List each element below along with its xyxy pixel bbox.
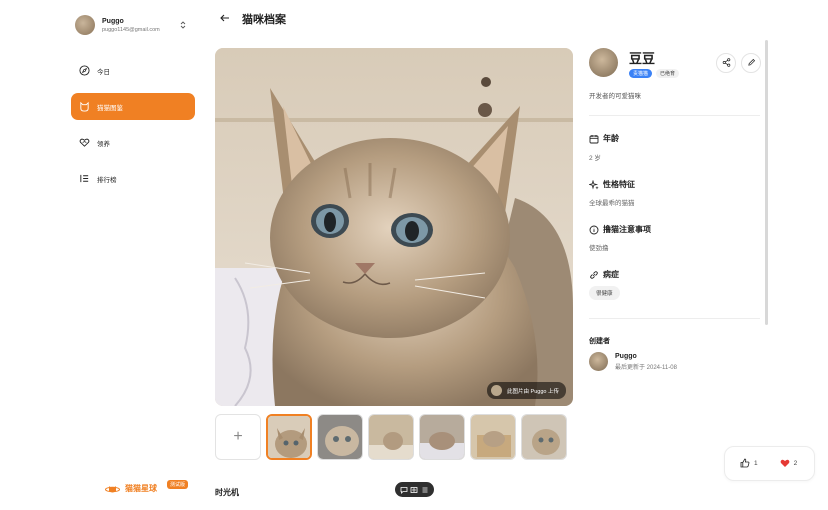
sidebar-item-today[interactable]: 今日: [71, 57, 195, 84]
creator-label: 创建者: [589, 338, 610, 345]
caption-text: 此图片由 Puggo 上传: [507, 388, 559, 395]
info-circle-icon: [589, 225, 599, 235]
user-name: Puggo: [102, 17, 124, 25]
comment-icon[interactable]: [400, 486, 408, 494]
section-age: 年龄: [589, 133, 619, 144]
age-value: 2 岁: [589, 155, 601, 162]
sidebar-item-adopt[interactable]: 领养: [71, 129, 195, 156]
sidebar-nav: 今日 猫猫图鉴 领养 排行榜: [71, 57, 195, 201]
section-title: 病症: [603, 270, 619, 279]
reactions-bar: 1 2: [724, 446, 815, 481]
avatar: [75, 15, 95, 35]
photo-thumbnail[interactable]: [266, 414, 312, 460]
sidebar-item-label: 今日: [97, 68, 110, 76]
pencil-icon: [747, 54, 756, 72]
back-arrow-icon[interactable]: [219, 11, 231, 23]
section-title: 年龄: [603, 134, 619, 143]
like-button[interactable]: 1: [740, 458, 758, 470]
last-updated: 最后更新于 2024-11-08: [615, 364, 677, 371]
page-title: 猫咪档案: [242, 14, 286, 26]
panel-scrollbar[interactable]: [765, 40, 768, 325]
ranking-list-icon: [79, 173, 90, 184]
tag-owner-cat: 责猫猫: [629, 69, 653, 78]
section-notes: 撸猫注意事项: [589, 224, 651, 235]
beta-badge: 测试版: [167, 480, 189, 489]
user-email: puggo1145@gmail.com: [102, 26, 160, 33]
user-info: Puggo puggo1145@gmail.com: [102, 18, 160, 33]
cat-tags: 责猫猫 已绝育: [629, 69, 683, 78]
photo-thumbnail[interactable]: [419, 414, 465, 460]
share-icon: [722, 54, 731, 72]
cat-avatar: [589, 48, 618, 77]
disease-chip: 很健康: [589, 286, 620, 300]
section-disease: 病症: [589, 269, 619, 280]
divider: [589, 115, 760, 116]
section-personality: 性格特征: [589, 179, 635, 190]
like-count: 1: [754, 460, 758, 467]
menu-icon[interactable]: [421, 486, 429, 494]
divider: [589, 318, 760, 319]
add-photo-button[interactable]: +: [215, 414, 261, 460]
section-title: 撸猫注意事项: [603, 225, 651, 234]
photo-thumbnail[interactable]: [317, 414, 363, 460]
thumbs-up-icon: [740, 458, 754, 470]
sidebar-item-ranking[interactable]: 排行榜: [71, 165, 195, 192]
heart-count: 2: [793, 460, 798, 467]
calendar-icon: [589, 134, 599, 144]
avatar: [589, 352, 608, 371]
brand-name: 猫猫星球: [125, 483, 157, 493]
notes-value: 使劲撸: [589, 245, 609, 252]
link-icon: [589, 270, 599, 280]
personality-value: 全球最乖的猫猫: [589, 200, 635, 207]
creator-info: Puggo 最后更新于 2024-11-08: [615, 353, 677, 371]
brand-logo-icon: [105, 482, 120, 494]
creator-name: Puggo: [615, 352, 637, 360]
sidebar-item-cat-catalog[interactable]: 猫猫图鉴: [71, 93, 195, 120]
share-button[interactable]: [716, 53, 736, 73]
edit-button[interactable]: [741, 53, 761, 73]
sidebar-item-label: 排行榜: [97, 176, 117, 184]
section-title-timemachine: 时光机: [215, 488, 239, 497]
plus-icon: +: [233, 428, 243, 445]
photo-thumbnail[interactable]: [470, 414, 516, 460]
tag-neutered: 已绝育: [656, 69, 680, 78]
cat-icon: [79, 101, 90, 112]
cat-photo-illustration: [215, 48, 573, 406]
photo-uploader-caption: 此图片由 Puggo 上传: [487, 382, 566, 399]
section-title: 性格特征: [603, 180, 635, 189]
heart-icon: [780, 458, 794, 470]
avatar: [491, 385, 503, 396]
sidebar-item-label: 猫猫图鉴: [97, 104, 123, 112]
brand[interactable]: 猫猫星球 测试版: [105, 480, 189, 494]
image-icon[interactable]: [410, 486, 418, 494]
chevron-up-down-icon[interactable]: [180, 21, 186, 31]
heart-button[interactable]: 2: [780, 458, 798, 470]
photo-thumbnail[interactable]: [521, 414, 567, 460]
cat-name: 豆豆: [629, 51, 656, 66]
user-switcher[interactable]: Puggo puggo1145@gmail.com: [75, 15, 186, 35]
sparkles-icon: [589, 179, 599, 190]
cat-description: 开发者的可爱猫咪: [589, 93, 641, 100]
cat-photo[interactable]: 此图片由 Puggo 上传: [215, 48, 573, 406]
compass-icon: [79, 65, 90, 76]
heart-hand-icon: [79, 137, 90, 148]
thumbnail-strip: +: [215, 414, 572, 460]
sidebar: Puggo puggo1145@gmail.com 今日 猫猫图鉴 领养 排行榜…: [0, 0, 205, 510]
sidebar-item-label: 领养: [97, 140, 110, 148]
floating-toolbar: [395, 482, 434, 497]
creator-card[interactable]: Puggo 最后更新于 2024-11-08: [589, 352, 677, 371]
photo-thumbnail[interactable]: [368, 414, 414, 460]
